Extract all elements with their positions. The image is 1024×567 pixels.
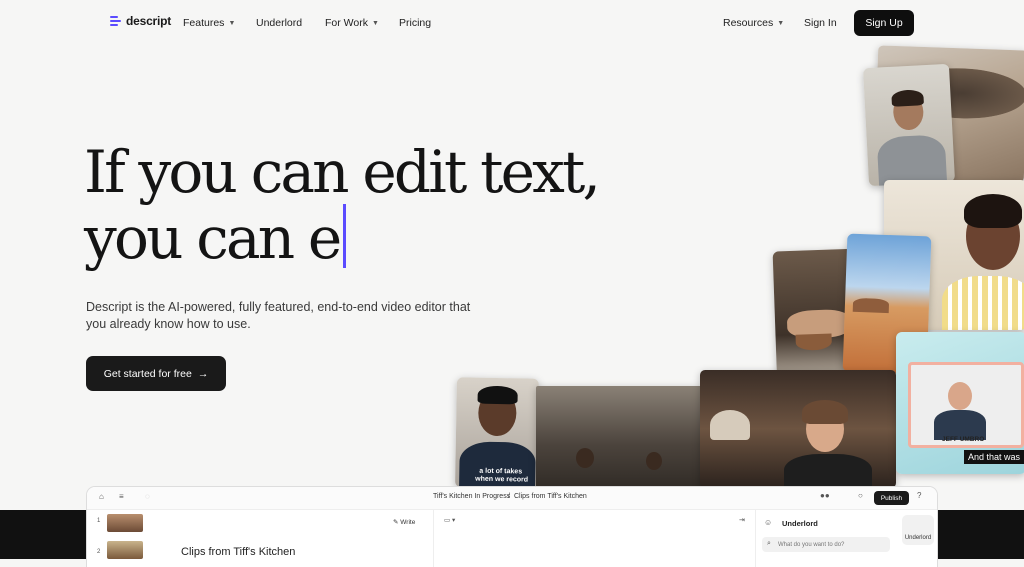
clip-thumbnail-1[interactable] <box>107 514 143 532</box>
comment-icon[interactable]: ○ <box>858 491 863 500</box>
write-label: Write <box>400 519 416 526</box>
editor-divider <box>433 509 434 567</box>
nav-for-work[interactable]: For Work ▼ <box>325 17 379 29</box>
descript-logo[interactable]: descript <box>110 14 171 28</box>
nav-underlord[interactable]: Underlord <box>256 17 302 29</box>
nav-features[interactable]: Features ▼ <box>183 17 235 29</box>
photo-woman-headphones <box>700 370 896 488</box>
photo-man-name-tag: JEFF UMBRO And that was <box>896 332 1024 474</box>
photo-musicians <box>536 386 704 492</box>
avatar-group-icon[interactable]: ●● <box>820 491 830 500</box>
sign-in-link[interactable]: Sign In <box>804 17 837 29</box>
headline-line-2-text: you can e <box>84 204 342 272</box>
help-icon[interactable]: ? <box>917 491 921 500</box>
nav-features-label: Features <box>183 17 225 29</box>
underlord-placeholder: What do you want to do? <box>778 541 845 548</box>
headline-line-1: If you can edit text, <box>84 138 601 206</box>
breadcrumb-composition[interactable]: Clips from Tiff's Kitchen <box>514 493 587 500</box>
get-started-label: Get started for free <box>103 367 192 380</box>
video-caption-line-1: a lot of takes <box>479 467 523 476</box>
get-started-button[interactable]: Get started for free → <box>86 356 226 391</box>
nav-pricing-label: Pricing <box>399 17 432 29</box>
logo-text: descript <box>126 14 172 28</box>
home-icon[interactable]: ⌂ <box>99 492 104 501</box>
chevron-down-icon: ▼ <box>777 19 785 27</box>
sign-in-label: Sign In <box>804 17 837 29</box>
panel-toggle-icon[interactable]: ⇥ <box>739 516 745 524</box>
video-caption-line-2: when we record <box>475 475 529 484</box>
nav-resources-label: Resources <box>723 17 774 29</box>
underlord-panel-title: Underlord <box>782 519 818 528</box>
typing-caret <box>343 204 347 268</box>
breadcrumb-project[interactable]: Tiff's Kitchen In Progress <box>433 493 510 500</box>
sign-up-button[interactable]: Sign Up <box>854 10 914 36</box>
document-title[interactable]: Clips from Tiff's Kitchen <box>181 546 295 558</box>
menu-icon[interactable]: ≡ <box>119 492 124 501</box>
write-button[interactable]: ✎ Write <box>393 518 415 526</box>
nav-for-work-label: For Work <box>325 17 368 29</box>
underlord-prompt-input[interactable]: ⌕ What do you want to do? <box>762 537 890 552</box>
chevron-down-icon: ▼ <box>371 19 379 27</box>
app-toolbar: ⌂ ≡ ◌ Tiff's Kitchen In Progress / Clips… <box>87 487 937 510</box>
underlord-sidebar-button[interactable]: Underlord <box>902 515 934 545</box>
name-tag-text: JEFF UMBRO <box>942 436 985 443</box>
search-icon: ⌕ <box>767 540 771 547</box>
headline-line-2: you can e <box>84 204 598 270</box>
photo-man-grey-shirt <box>862 63 956 187</box>
hero-headline: If you can edit text, you can e <box>84 138 601 270</box>
underlord-panel: ☺ Underlord ⌕ What do you want to do? Un… <box>755 509 937 567</box>
nav-underlord-label: Underlord <box>256 17 303 29</box>
nav-pricing[interactable]: Pricing <box>399 17 431 29</box>
breadcrumb-separator: / <box>508 493 510 500</box>
top-nav: descript Features ▼ Underlord For Work ▼… <box>0 0 1024 46</box>
clip-thumbnail-2[interactable] <box>107 541 143 559</box>
layout-dropdown-icon[interactable]: ▭ ▾ <box>444 516 455 524</box>
robot-icon: ☺ <box>764 518 773 527</box>
row-number-2: 2 <box>97 549 101 555</box>
photo-man-blue: a lot of takes when we record <box>455 377 539 489</box>
app-preview-window: ⌂ ≡ ◌ Tiff's Kitchen In Progress / Clips… <box>87 487 937 567</box>
underlord-button-label: Underlord <box>904 535 932 541</box>
descript-logo-icon <box>110 15 121 28</box>
nav-resources[interactable]: Resources ▼ <box>723 17 784 29</box>
hero-subtitle: Descript is the AI-powered, fully featur… <box>86 300 471 331</box>
arrow-right-icon: → <box>197 367 209 380</box>
row-number-1: 1 <box>97 518 101 524</box>
check-circle-icon: ◌ <box>145 492 150 501</box>
chevron-down-icon: ▼ <box>228 19 236 27</box>
subtitle-caption: And that was <box>964 450 1024 464</box>
publish-button[interactable]: Publish <box>874 491 909 505</box>
